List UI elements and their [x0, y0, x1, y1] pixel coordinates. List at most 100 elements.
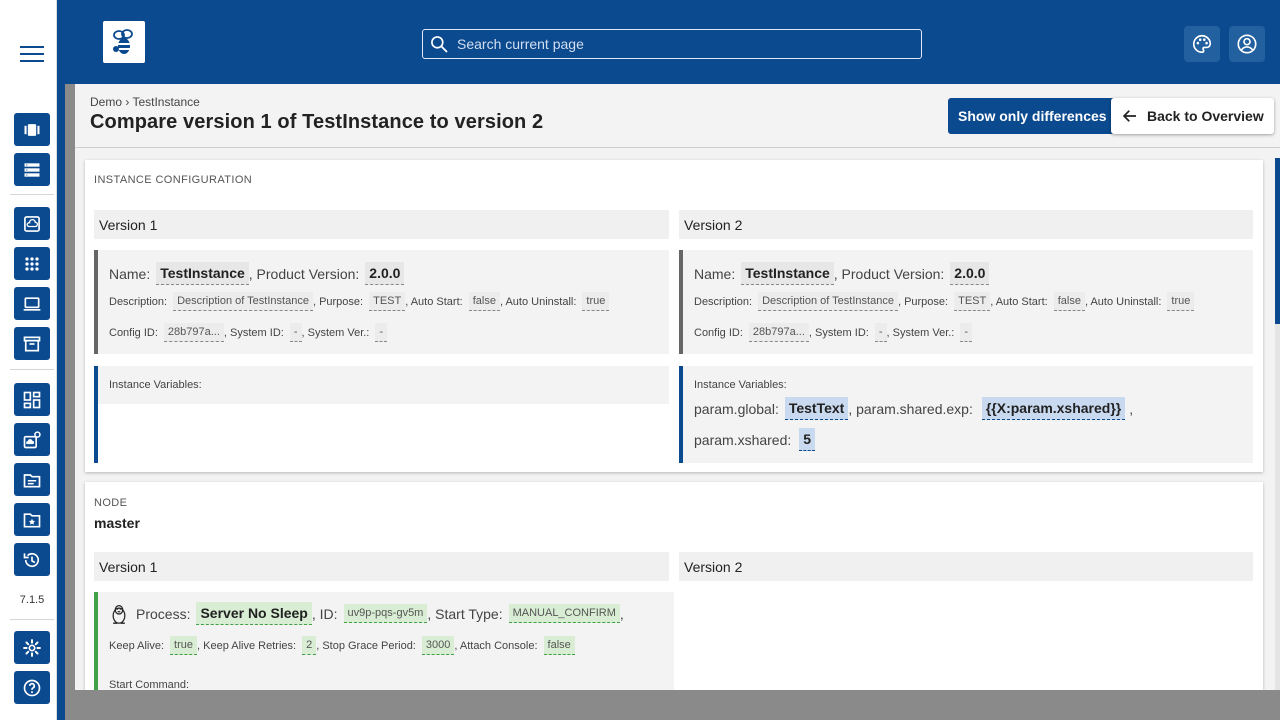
- app-version: 7.1.5: [19, 594, 45, 606]
- start-type-label: , Start Type:: [427, 605, 503, 622]
- back-to-overview-button[interactable]: Back to Overview: [1111, 98, 1274, 134]
- history-icon[interactable]: [14, 543, 50, 576]
- id-label: , ID:: [311, 605, 338, 622]
- param-shared-exp-label: , param.shared.exp:: [848, 400, 973, 417]
- bee-logo-icon[interactable]: [103, 21, 145, 63]
- config-id-label: Config ID:: [109, 326, 158, 339]
- version-1-config-box: Name: TestInstance , Product Version: 2.…: [94, 250, 669, 354]
- widgets-icon[interactable]: [14, 383, 50, 416]
- id-value[interactable]: uv9p-pqs-gv5m: [343, 604, 428, 623]
- product-version-value[interactable]: 2.0.0: [950, 262, 990, 285]
- version-1-heading: Version 1: [94, 552, 669, 581]
- instance-variables-label: Instance Variables:: [694, 379, 787, 391]
- version-2-variables-box: Instance Variables: param.global: TestTe…: [679, 366, 1253, 463]
- system-ver-label: , System Ver.:: [301, 326, 370, 339]
- cloud-icon[interactable]: [14, 207, 50, 240]
- help-icon[interactable]: [14, 671, 50, 704]
- auto-start-value[interactable]: false: [1053, 292, 1085, 311]
- section-label: NODE: [94, 497, 128, 509]
- auto-uninstall-label: , Auto Uninstall:: [1084, 295, 1162, 308]
- auto-start-label: , Auto Start:: [405, 295, 463, 308]
- version-2-heading: Version 2: [679, 552, 1253, 581]
- arrow-left-icon: [1122, 110, 1136, 122]
- system-ver-value[interactable]: -: [375, 323, 388, 342]
- process-label: Process:: [136, 605, 191, 622]
- node-name: master: [94, 515, 140, 531]
- name-label: Name:: [694, 265, 736, 282]
- param-xshared-label: param.xshared:: [694, 431, 792, 448]
- page-title: Compare version 1 of TestInstance to ver…: [90, 111, 544, 133]
- attach-console-value[interactable]: false: [543, 636, 575, 655]
- auto-uninstall-value[interactable]: true: [582, 292, 610, 311]
- process-name-value[interactable]: Server No Sleep: [196, 602, 312, 625]
- keep-alive-retries-value[interactable]: 2: [302, 636, 317, 655]
- breadcrumb[interactable]: Demo › TestInstance: [90, 95, 200, 109]
- back-to-overview-label: Back to Overview: [1147, 108, 1264, 124]
- system-id-label: , System ID:: [808, 326, 869, 339]
- show-differences-button[interactable]: Show only differences: [948, 98, 1117, 134]
- description-label: Description:: [109, 295, 168, 308]
- auto-uninstall-label: , Auto Uninstall:: [499, 295, 577, 308]
- auto-uninstall-value[interactable]: true: [1167, 292, 1195, 311]
- bottom-overlay: [65, 690, 1280, 720]
- list-icon[interactable]: [14, 153, 50, 186]
- description-icon[interactable]: [14, 463, 50, 496]
- system-ver-label: , System Ver.:: [886, 326, 955, 339]
- folder-star-icon[interactable]: [14, 503, 50, 536]
- description-label: Description:: [694, 295, 753, 308]
- search-icon: [431, 36, 448, 53]
- version-2-heading: Version 2: [679, 210, 1253, 239]
- keep-alive-label: Keep Alive:: [109, 639, 165, 652]
- version-1-heading: Version 1: [94, 210, 669, 239]
- auto-start-value[interactable]: false: [468, 292, 500, 311]
- dashboard-icon[interactable]: [14, 113, 50, 146]
- menu-icon[interactable]: [20, 46, 44, 62]
- purpose-label: , Purpose:: [897, 295, 949, 308]
- param-global-label: param.global:: [694, 400, 779, 417]
- attach-console-label: , Attach Console:: [454, 639, 538, 652]
- settings-icon[interactable]: [14, 631, 50, 664]
- archive-icon[interactable]: [14, 327, 50, 360]
- param-xshared-value[interactable]: 5: [799, 428, 816, 451]
- instance-configuration-card: INSTANCE CONFIGURATION Version 1 Version…: [85, 160, 1263, 472]
- description-value[interactable]: Description of TestInstance: [173, 292, 313, 311]
- keep-alive-value[interactable]: true: [170, 636, 198, 655]
- config-id-value[interactable]: 28b797a...: [748, 323, 809, 342]
- start-type-value[interactable]: MANUAL_CONFIRM: [508, 604, 620, 623]
- palette-icon[interactable]: [1184, 26, 1220, 62]
- system-id-label: , System ID:: [223, 326, 284, 339]
- instance-variables-label: Instance Variables:: [109, 379, 202, 391]
- param-global-value[interactable]: TestText: [784, 397, 849, 420]
- system-id-value[interactable]: -: [874, 323, 887, 342]
- product-version-label: , Product Version:: [833, 265, 945, 282]
- purpose-label: , Purpose:: [312, 295, 364, 308]
- name-value[interactable]: TestInstance: [156, 262, 249, 285]
- apps-icon[interactable]: [14, 247, 50, 280]
- section-label: INSTANCE CONFIGURATION: [94, 174, 253, 186]
- cloud-settings-icon[interactable]: [14, 423, 50, 456]
- name-value[interactable]: TestInstance: [741, 262, 834, 285]
- laptop-icon[interactable]: [14, 287, 50, 320]
- purpose-value[interactable]: TEST: [369, 292, 406, 311]
- config-id-value[interactable]: 28b797a...: [163, 323, 224, 342]
- scrollbar-thumb[interactable]: [1275, 158, 1280, 324]
- version-1-variables-box: Instance Variables:: [94, 366, 669, 463]
- purpose-value[interactable]: TEST: [954, 292, 991, 311]
- keep-alive-retries-label: , Keep Alive Retries:: [197, 639, 297, 652]
- process-box: Process: Server No Sleep , ID: uv9p-pqs-…: [94, 592, 674, 669]
- linux-penguin-icon: [112, 604, 126, 624]
- account-icon[interactable]: [1229, 26, 1265, 62]
- node-card: NODE master Version 1 Version 2 Process:…: [85, 482, 1263, 712]
- system-id-value[interactable]: -: [289, 323, 302, 342]
- product-version-value[interactable]: 2.0.0: [365, 262, 405, 285]
- stop-grace-period-value[interactable]: 3000: [421, 636, 455, 655]
- system-ver-value[interactable]: -: [960, 323, 973, 342]
- search-input[interactable]: [457, 36, 897, 52]
- stop-grace-period-label: , Stop Grace Period:: [316, 639, 416, 652]
- config-id-label: Config ID:: [694, 326, 743, 339]
- side-rail: 7.1.5: [0, 0, 57, 720]
- version-2-config-box: Name: TestInstance , Product Version: 2.…: [679, 250, 1253, 354]
- param-shared-exp-value[interactable]: {{X:param.xshared}}: [981, 397, 1126, 420]
- search-field[interactable]: [422, 29, 922, 59]
- description-value[interactable]: Description of TestInstance: [758, 292, 898, 311]
